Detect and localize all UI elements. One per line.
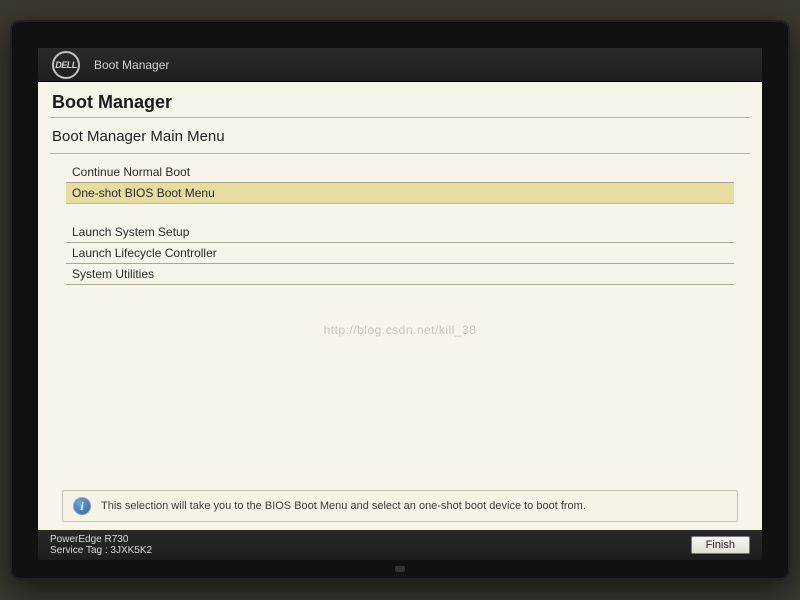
footer-service-tag: Service Tag : 3JXK5K2 [50,545,152,556]
dell-logo-icon: DELL [52,51,80,79]
menu-item-launch-system-setup[interactable]: Launch System Setup [66,222,734,243]
content-area: Boot Manager Boot Manager Main Menu Cont… [38,82,762,530]
bezel-led [395,566,405,572]
finish-button[interactable]: Finish [691,536,750,554]
help-text: This selection will take you to the BIOS… [101,500,586,512]
menu-item-launch-lifecycle-controller[interactable]: Launch Lifecycle Controller [66,243,734,264]
page-subtitle: Boot Manager Main Menu [50,117,750,153]
monitor-bezel: DELL Boot Manager Boot Manager Boot Mana… [10,20,790,580]
footer-bar: PowerEdge R730 Service Tag : 3JXK5K2 Fin… [38,530,762,560]
menu-item-system-utilities[interactable]: System Utilities [66,264,734,285]
info-icon: i [73,497,91,515]
help-panel: i This selection will take you to the BI… [62,490,738,522]
menu-item-continue-normal-boot[interactable]: Continue Normal Boot [66,162,734,183]
page-title: Boot Manager [50,88,750,117]
menu-area: Continue Normal Boot One-shot BIOS Boot … [50,153,750,490]
titlebar-title: Boot Manager [94,58,169,72]
screen: DELL Boot Manager Boot Manager Boot Mana… [38,48,762,560]
titlebar: DELL Boot Manager [38,48,762,82]
menu-item-one-shot-bios[interactable]: One-shot BIOS Boot Menu [66,183,734,204]
footer-model: PowerEdge R730 [50,534,152,545]
menu-group-2: Launch System Setup Launch Lifecycle Con… [66,222,734,285]
footer-left: PowerEdge R730 Service Tag : 3JXK5K2 [50,534,152,556]
menu-group-1: Continue Normal Boot One-shot BIOS Boot … [66,162,734,204]
